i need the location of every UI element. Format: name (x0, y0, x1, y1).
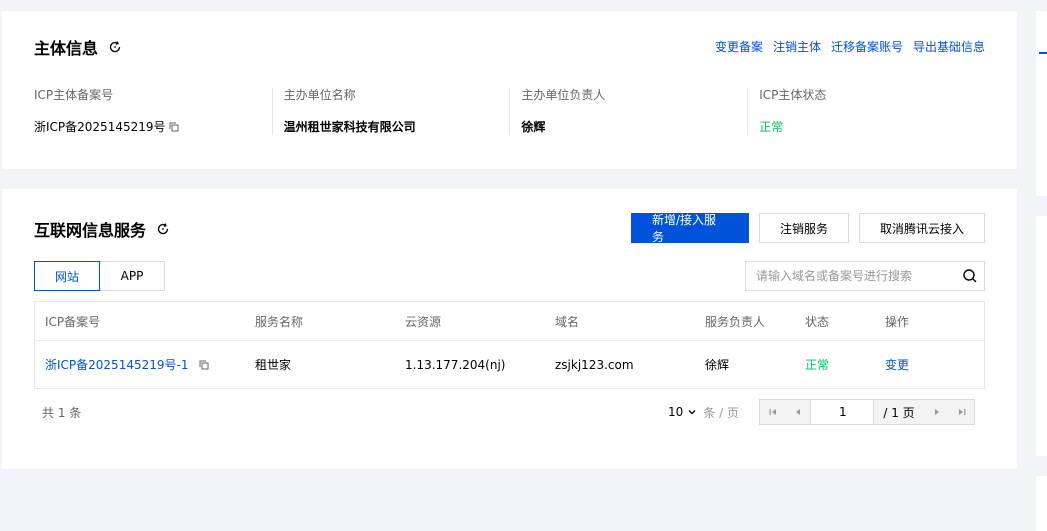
page-size-value: 10 (668, 405, 684, 419)
service-title-text: 互联网信息服务 (34, 221, 147, 240)
subject-info-card: 主体信息 变更备案 注销主体 迁移备案账号 导出基础信息 ICP主体备案号 浙I… (2, 11, 1017, 169)
row-status: 正常 (805, 358, 830, 372)
subject-actions: 变更备案 注销主体 迁移备案账号 导出基础信息 (715, 38, 985, 55)
icp-number-text[interactable]: 浙ICP备2025145219号 (34, 118, 166, 135)
prev-page-icon[interactable] (785, 400, 810, 424)
org-name-value: 温州租世家科技有限公司 (283, 120, 416, 134)
owner-value: 徐辉 (521, 120, 546, 134)
total-count: 共 1 条 (42, 405, 82, 420)
per-page-label: 条 / 页 (703, 405, 739, 420)
col-header: ICP备案号 (45, 314, 101, 329)
col-header: 状态 (805, 314, 830, 329)
pagination: 10 条 / 页 / 1 页 (668, 399, 975, 425)
copy-icon[interactable] (169, 122, 179, 132)
table-row: 浙ICP备2025145219号-1 租世家 1.13.177.204(nj) … (35, 341, 984, 388)
export-info-link[interactable]: 导出基础信息 (913, 38, 985, 55)
search-box (745, 261, 985, 291)
col-header: 服务负责人 (705, 314, 766, 329)
row-change-link[interactable]: 变更 (885, 356, 965, 373)
service-buttons: 新增/接入服务 注销服务 取消腾讯云接入 (631, 213, 985, 244)
side-panel (1036, 216, 1047, 456)
col-header: 域名 (555, 314, 580, 329)
col-header: 云资源 (405, 314, 442, 329)
table-header: ICP备案号 服务名称 云资源 域名 服务负责人 状态 操作 (35, 302, 984, 341)
info-col-icp: ICP主体备案号 浙ICP备2025145219号 (34, 88, 272, 135)
chevron-down-icon (687, 407, 697, 417)
page-size-select[interactable]: 10 (668, 405, 697, 419)
first-page-icon[interactable] (760, 400, 785, 424)
page-input[interactable] (810, 400, 874, 424)
subject-info-title: 主体信息 (34, 35, 122, 59)
info-col-org: 主办单位名称 温州租世家科技有限公司 (271, 88, 510, 135)
info-col-owner: 主办单位负责人 徐辉 (509, 88, 747, 135)
side-panel (1036, 476, 1047, 531)
info-label: 主办单位名称 (283, 88, 356, 102)
cancel-service-button[interactable]: 注销服务 (759, 213, 849, 243)
subject-info-grid: ICP主体备案号 浙ICP备2025145219号 主办单位名称 温州租世家科技… (34, 88, 985, 135)
refresh-icon[interactable] (108, 40, 122, 54)
add-service-button[interactable]: 新增/接入服务 (631, 213, 749, 244)
col-header: 服务名称 (255, 314, 304, 329)
migrate-account-link[interactable]: 迁移备案账号 (831, 38, 903, 55)
table-footer: 共 1 条 10 条 / 页 / 1 页 (34, 399, 975, 425)
info-label: ICP主体状态 (759, 88, 827, 102)
total-pages: / 1 页 (883, 405, 915, 420)
row-domain: zsjkj123.com (555, 357, 634, 372)
row-owner: 徐辉 (705, 358, 730, 372)
side-panel-accent (1039, 52, 1047, 54)
col-header: 操作 (885, 314, 910, 329)
side-panel (1036, 11, 1047, 196)
info-label: 主办单位负责人 (521, 88, 606, 102)
row-resource: 1.13.177.204(nj) (405, 357, 506, 372)
service-title: 互联网信息服务 (34, 217, 170, 241)
search-input[interactable] (756, 269, 962, 283)
last-page-icon[interactable] (949, 400, 974, 424)
service-tabs: 网站 APP (34, 261, 165, 291)
change-filing-link[interactable]: 变更备案 (715, 38, 763, 55)
next-page-icon[interactable] (924, 400, 949, 424)
tab-app[interactable]: APP (100, 261, 165, 291)
cancel-access-button[interactable]: 取消腾讯云接入 (859, 213, 985, 243)
info-col-status: ICP主体状态 正常 (747, 88, 985, 135)
refresh-icon[interactable] (156, 222, 170, 236)
service-table: ICP备案号 服务名称 云资源 域名 服务负责人 状态 操作 浙ICP备2025… (34, 301, 985, 389)
row-service-name: 租世家 (255, 358, 292, 372)
subject-status-value: 正常 (759, 120, 784, 134)
info-label: ICP主体备案号 (34, 88, 114, 102)
tab-website[interactable]: 网站 (34, 261, 100, 291)
subject-title-text: 主体信息 (34, 39, 99, 58)
icp-number-value[interactable]: 浙ICP备2025145219号 (34, 118, 272, 135)
copy-icon[interactable] (199, 360, 209, 370)
cancel-subject-link[interactable]: 注销主体 (773, 38, 821, 55)
service-card: 互联网信息服务 新增/接入服务 注销服务 取消腾讯云接入 网站 APP ICP备… (2, 189, 1017, 469)
row-icp-link[interactable]: 浙ICP备2025145219号-1 (45, 356, 188, 373)
row-icp-cell: 浙ICP备2025145219号-1 (35, 356, 255, 373)
search-icon[interactable] (962, 268, 978, 284)
pager-box: / 1 页 (759, 399, 975, 425)
